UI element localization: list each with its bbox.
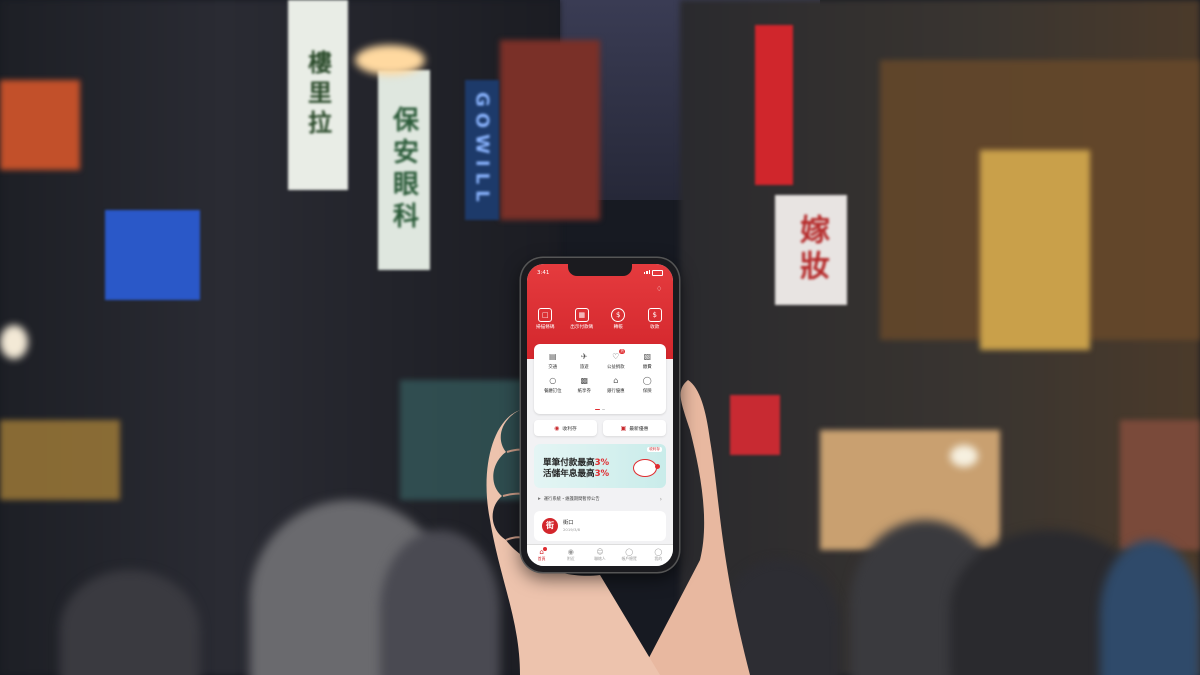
store-logo: 街 xyxy=(542,518,558,534)
tab-label: 聯絡人 xyxy=(594,556,606,561)
quick-action-payment-code[interactable]: ▦ 出示付款碼 xyxy=(565,308,599,330)
services-card: ▤ 交通 ✈ 旅遊 熱 ♡ 公益捐款 ▧ 繳費 ○ 餐廳訂位 ▩ 紙享券 ⌂ 銀行優惠 ◯ 保險 xyxy=(534,344,666,414)
receive-money-icon: $ xyxy=(647,308,662,322)
pill-savings[interactable]: ◉ 收利存 xyxy=(534,420,597,436)
service-label: 繳費 xyxy=(642,365,652,370)
scan-icon: □ xyxy=(538,308,553,322)
banner-percent: 3% xyxy=(594,469,610,479)
pill-latest-offers[interactable]: ▣ 最新優惠 xyxy=(603,420,666,436)
shortcut-pills: ◉ 收利存 ▣ 最新優惠 xyxy=(534,420,666,436)
hot-badge: 熱 xyxy=(619,349,626,354)
wallet-icon: ◯ xyxy=(625,548,634,556)
chevron-right-icon: › xyxy=(659,495,662,503)
tab-label: 我的 xyxy=(654,556,663,561)
status-bar: 3:41 xyxy=(537,268,663,277)
notice-text: 運行系統・維護期間暫停公告 xyxy=(543,497,600,502)
battery-icon xyxy=(652,269,663,276)
bell-icon[interactable]: ♢ xyxy=(656,286,663,293)
service-donation[interactable]: 熱 ♡ 公益捐款 xyxy=(600,349,632,370)
service-transport[interactable]: ▤ 交通 xyxy=(537,352,569,370)
service-label: 交通 xyxy=(548,365,558,370)
service-dining[interactable]: ○ 餐廳訂位 xyxy=(537,376,569,394)
tab-bar: ⌂ 首頁 ◉ 附近 ☺ 聯絡人 ◯ 帳戶總覽 ◯ 我的 xyxy=(527,544,673,566)
dining-icon: ○ xyxy=(549,376,557,385)
service-label: 保險 xyxy=(642,389,652,394)
banner-line-2: 活儲年息最高3% xyxy=(543,467,609,479)
service-label: 餐廳訂位 xyxy=(543,389,562,394)
megaphone-icon: ▸ xyxy=(538,496,541,502)
service-voucher[interactable]: ▩ 紙享券 xyxy=(569,376,601,394)
profile-icon: ◯ xyxy=(654,548,663,556)
banner-text: 活儲年息最高 xyxy=(543,469,595,479)
smartphone: 3:41 ♢ □ 掃描條碼 ▦ 出示付款碼 $ 轉帳 $ 收款 ▤ 交通 ✈ 旅… xyxy=(521,258,679,572)
bus-icon: ▤ xyxy=(548,352,557,361)
tab-label: 帳戶總覽 xyxy=(621,556,637,561)
piggy-bank-icon: ◉ xyxy=(554,424,560,432)
service-bank-offers[interactable]: ⌂ 銀行優惠 xyxy=(600,376,632,394)
ticket-icon: ▩ xyxy=(580,376,589,385)
bill-icon: ▧ xyxy=(643,352,652,361)
tab-nearby[interactable]: ◉ 附近 xyxy=(558,548,584,566)
promo-banner[interactable]: 收利存 單筆付款最高3% 活儲年息最高3% xyxy=(534,444,666,488)
quick-action-receive[interactable]: $ 收款 xyxy=(638,308,672,330)
page-indicator xyxy=(534,408,666,410)
people-icon: ☺ xyxy=(596,548,604,556)
tab-contacts[interactable]: ☺ 聯絡人 xyxy=(587,548,613,566)
location-icon: ◉ xyxy=(567,548,574,556)
service-bills[interactable]: ▧ 繳費 xyxy=(632,352,664,370)
pill-label: 收利存 xyxy=(562,426,577,432)
store-date: 2019/3/8 xyxy=(563,527,581,532)
plane-icon: ✈ xyxy=(580,352,588,361)
home-icon: ⌂ xyxy=(539,548,544,556)
service-label: 紙享券 xyxy=(577,389,591,394)
transfer-icon: $ xyxy=(611,308,626,322)
quick-action-transfer[interactable]: $ 轉帳 xyxy=(601,308,635,330)
banner-tag: 收利存 xyxy=(647,447,662,452)
tab-label: 附近 xyxy=(566,556,575,561)
notice-bar[interactable]: ▸ 運行系統・維護期間暫停公告 › xyxy=(534,492,666,506)
quick-action-scan[interactable]: □ 掃描條碼 xyxy=(528,308,562,330)
quick-action-label: 轉帳 xyxy=(613,325,623,330)
bank-icon: ⌂ xyxy=(613,376,619,385)
service-insurance[interactable]: ◯ 保險 xyxy=(632,376,664,394)
tab-label: 首頁 xyxy=(537,556,546,561)
store-name: 街口 xyxy=(563,520,574,526)
piggy-bank-icon xyxy=(633,459,660,477)
tab-account[interactable]: ◯ 帳戶總覽 xyxy=(616,548,642,566)
service-label: 銀行優惠 xyxy=(606,389,625,394)
service-label: 旅遊 xyxy=(579,365,589,370)
quick-action-label: 掃描條碼 xyxy=(536,325,555,330)
quick-actions: □ 掃描條碼 ▦ 出示付款碼 $ 轉帳 $ 收款 xyxy=(527,308,673,330)
qr-code-icon: ▦ xyxy=(574,308,589,322)
notification-dot xyxy=(542,547,547,551)
service-label: 公益捐款 xyxy=(606,365,625,370)
quick-action-label: 收款 xyxy=(650,325,660,330)
tab-home[interactable]: ⌂ 首頁 xyxy=(529,547,555,566)
tab-profile[interactable]: ◯ 我的 xyxy=(645,548,671,566)
service-travel[interactable]: ✈ 旅遊 xyxy=(569,352,601,370)
signal-icon xyxy=(643,269,650,276)
store-card[interactable]: 街 街口 2019/3/8 xyxy=(534,511,666,541)
insurance-icon: ◯ xyxy=(642,376,652,385)
pill-label: 最新優惠 xyxy=(629,426,649,432)
status-time: 3:41 xyxy=(537,269,550,276)
app-screen: 3:41 ♢ □ 掃描條碼 ▦ 出示付款碼 $ 轉帳 $ 收款 ▤ 交通 ✈ 旅… xyxy=(527,264,673,566)
quick-action-label: 出示付款碼 xyxy=(570,325,594,330)
calendar-icon: ▣ xyxy=(620,424,627,432)
